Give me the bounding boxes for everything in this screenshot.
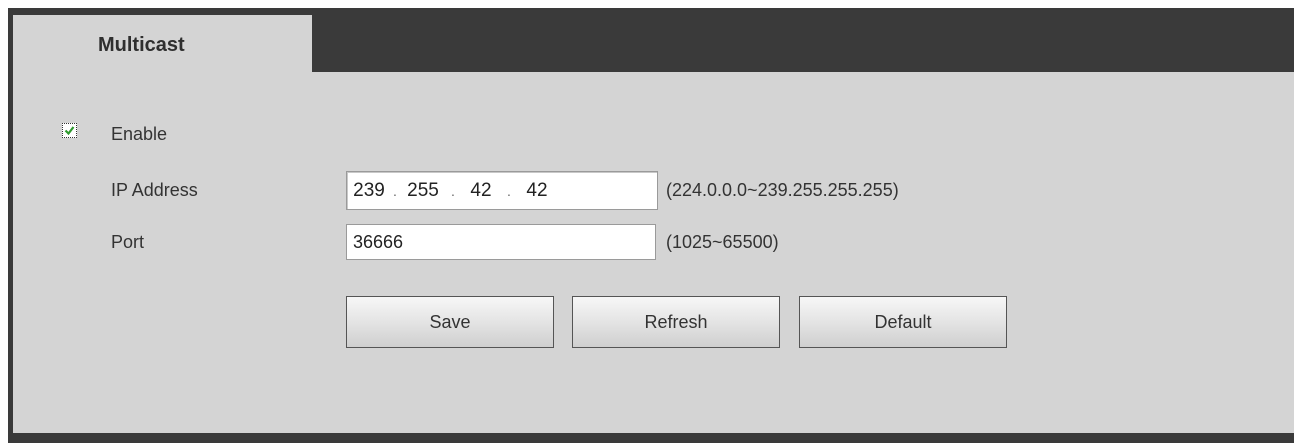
save-button[interactable]: Save	[346, 296, 554, 348]
default-button[interactable]: Default	[799, 296, 1007, 348]
ip-octet-2[interactable]: 255	[401, 181, 445, 201]
port-value: 36666	[353, 232, 404, 252]
enable-checkbox[interactable]	[62, 123, 77, 138]
ip-address-input[interactable]: 239 . 255 . 42 . 42	[346, 171, 658, 210]
refresh-button[interactable]: Refresh	[572, 296, 780, 348]
ip-dot-separator: .	[393, 183, 397, 199]
port-input[interactable]: 36666	[346, 224, 656, 260]
ip-octet-1[interactable]: 239	[347, 181, 391, 201]
ip-octet-3[interactable]: 42	[459, 181, 503, 201]
check-icon	[64, 126, 75, 136]
ip-dot-separator: .	[451, 183, 455, 199]
ip-range-hint: (224.0.0.0~239.255.255.255)	[666, 180, 899, 200]
port-label: Port	[111, 232, 145, 252]
port-range-hint: (1025~65500)	[666, 232, 779, 252]
tab-multicast-label: Multicast	[98, 34, 185, 56]
ip-octet-4[interactable]: 42	[515, 181, 559, 201]
enable-label: Enable	[111, 124, 168, 144]
ip-dot-separator: .	[507, 183, 511, 199]
ip-address-label: IP Address	[111, 180, 198, 200]
